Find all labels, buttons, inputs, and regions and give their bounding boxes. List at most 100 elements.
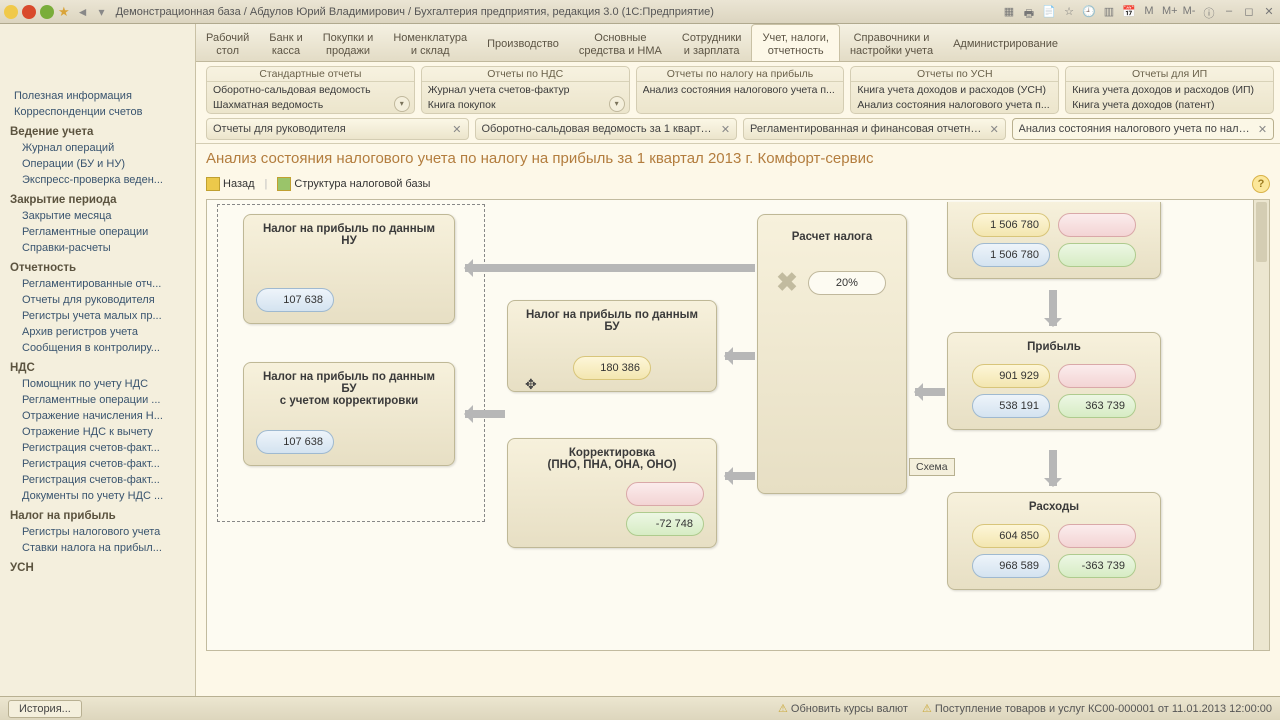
dropdown-icon[interactable]: ▾ — [609, 96, 625, 112]
sidebar-link[interactable]: Регламентные операции — [0, 224, 195, 240]
value-pill[interactable]: -363 739 — [1058, 554, 1136, 578]
nav-tab[interactable]: Номенклатураи склад — [383, 24, 477, 61]
tool-icon[interactable]: ▥ — [1102, 5, 1116, 19]
value-pill[interactable] — [1058, 243, 1136, 267]
card-expense[interactable]: Расходы 604 850 968 589-363 739 — [947, 492, 1161, 590]
value-pill[interactable]: 1 506 780 — [972, 213, 1050, 237]
nav-tab[interactable]: Справочники инастройки учета — [840, 24, 943, 61]
sidebar-link[interactable]: Регистрация счетов-факт... — [0, 472, 195, 488]
sidebar-link[interactable]: Отражение начисления Н... — [0, 408, 195, 424]
nav-tab[interactable]: Учет, налоги,отчетность — [751, 24, 839, 61]
report-link[interactable]: Журнал учета счетов-фактур — [428, 83, 623, 98]
report-link[interactable]: Анализ состояния налогового учета п... — [643, 83, 838, 98]
report-link[interactable]: Анализ состояния налогового учета п... — [857, 98, 1052, 113]
rate-pill[interactable]: 20% — [808, 271, 886, 295]
card-correction[interactable]: Корректировка (ПНО, ПНА, ОНА, ОНО) -72 7… — [507, 438, 717, 548]
card-tax-nu[interactable]: Налог на прибыль по данным НУ 107 638 — [243, 214, 455, 324]
value-pill[interactable]: 901 929 — [972, 364, 1050, 388]
report-group[interactable]: Отчеты по НДСЖурнал учета счетов-фактурК… — [421, 66, 630, 114]
sidebar-link[interactable]: Сообщения в контролиру... — [0, 340, 195, 356]
sidebar-link[interactable]: Документы по учету НДС ... — [0, 488, 195, 504]
scroll-thumb[interactable] — [1256, 202, 1267, 262]
report-group[interactable]: Стандартные отчетыОборотно-сальдовая вед… — [206, 66, 415, 114]
value-pill[interactable] — [1058, 524, 1136, 548]
value-pill[interactable]: 968 589 — [972, 554, 1050, 578]
nav-tab[interactable]: Основныесредства и НМА — [569, 24, 672, 61]
scrollbar[interactable] — [1253, 200, 1269, 650]
sidebar-link[interactable]: Архив регистров учета — [0, 324, 195, 340]
card-tax-bu-corr[interactable]: Налог на прибыль по данным БУ с учетом к… — [243, 362, 455, 466]
sidebar-link[interactable]: Отражение НДС к вычету — [0, 424, 195, 440]
sidebar-link[interactable]: Корреспонденции счетов — [0, 104, 195, 120]
card-calc[interactable]: Расчет налога ✖ 20% — [757, 214, 907, 494]
close-tab-icon[interactable]: ✕ — [1252, 123, 1267, 136]
sidebar-link[interactable]: Закрытие месяца — [0, 208, 195, 224]
report-group[interactable]: Отчеты для ИПКнига учета доходов и расхо… — [1065, 66, 1274, 114]
sidebar-link[interactable]: Журнал операций — [0, 140, 195, 156]
sidebar-link[interactable]: Отчеты для руководителя — [0, 292, 195, 308]
value-pill[interactable]: 1 506 780 — [972, 243, 1050, 267]
close-tab-icon[interactable]: ✕ — [446, 123, 461, 136]
ok-circle-icon[interactable] — [40, 5, 54, 19]
tool-icon[interactable]: ☆ — [1062, 5, 1076, 19]
back-button[interactable]: Назад — [206, 177, 255, 191]
status-warning[interactable]: Обновить курсы валют — [778, 702, 908, 715]
nav-tab[interactable]: Производство — [477, 24, 569, 61]
close-icon[interactable]: ✕ — [1262, 5, 1276, 19]
report-group[interactable]: Отчеты по УСНКнига учета доходов и расхо… — [850, 66, 1059, 114]
value-pill[interactable]: -72 748 — [626, 512, 704, 536]
value-pill[interactable]: 604 850 — [972, 524, 1050, 548]
sidebar-link[interactable]: Операции (БУ и НУ) — [0, 156, 195, 172]
value-pill[interactable]: 180 386 — [573, 356, 651, 380]
report-link[interactable]: Книга учета доходов (патент) — [1072, 98, 1267, 113]
structure-button[interactable]: Структура налоговой базы — [277, 177, 430, 191]
tool-icon[interactable]: M- — [1182, 5, 1196, 19]
sidebar-link[interactable]: Регистры налогового учета — [0, 524, 195, 540]
nav-tab[interactable]: Администрирование — [943, 24, 1068, 61]
schema-label[interactable]: Схема — [909, 458, 955, 476]
sidebar-link[interactable]: Экспресс-проверка веден... — [0, 172, 195, 188]
tool-icon[interactable]: M — [1142, 5, 1156, 19]
report-link[interactable]: Оборотно-сальдовая ведомость — [213, 83, 408, 98]
nav-tab[interactable]: Покупки ипродажи — [313, 24, 384, 61]
value-pill[interactable] — [626, 482, 704, 506]
maximize-icon[interactable]: ◻ — [1242, 5, 1256, 19]
sidebar-link[interactable]: Ставки налога на прибыл... — [0, 540, 195, 556]
value-pill[interactable] — [1058, 364, 1136, 388]
sidebar-link[interactable]: Регистры учета малых пр... — [0, 308, 195, 324]
sidebar-link[interactable]: Регистрация счетов-факт... — [0, 440, 195, 456]
sidebar-link[interactable]: Регистрация счетов-факт... — [0, 456, 195, 472]
value-pill[interactable]: 107 638 — [256, 430, 334, 454]
card-tax-bu[interactable]: Налог на прибыль по данным БУ 180 386 — [507, 300, 717, 392]
document-tab[interactable]: Регламентированная и финансовая отчетнос… — [743, 118, 1006, 140]
report-link[interactable]: Шахматная ведомость — [213, 98, 408, 113]
tool-icon[interactable]: 🕘 — [1082, 5, 1096, 19]
diagram-canvas[interactable]: Налог на прибыль по данным НУ 107 638 На… — [206, 199, 1270, 651]
tool-icon[interactable]: 🖶 — [1022, 5, 1036, 19]
help-icon[interactable]: ? — [1252, 175, 1270, 193]
value-pill[interactable]: 107 638 — [256, 288, 334, 312]
card-profit[interactable]: Прибыль 901 929 538 191363 739 — [947, 332, 1161, 430]
nav-tab[interactable]: Рабочийстол — [196, 24, 259, 61]
nav-tab[interactable]: Банк икасса — [259, 24, 312, 61]
tool-icon[interactable]: 📄 — [1042, 5, 1056, 19]
sidebar-link[interactable]: Регламентированные отч... — [0, 276, 195, 292]
sidebar-link[interactable]: Помощник по учету НДС — [0, 376, 195, 392]
info-icon[interactable]: ⓘ — [1202, 5, 1216, 19]
report-group[interactable]: Отчеты по налогу на прибыльАнализ состоя… — [636, 66, 845, 114]
value-pill[interactable]: 538 191 — [972, 394, 1050, 418]
history-button[interactable]: История... — [8, 700, 82, 718]
tool-icon[interactable]: ▦ — [1002, 5, 1016, 19]
sidebar-link[interactable]: Полезная информация — [0, 88, 195, 104]
minimize-icon[interactable]: – — [1222, 5, 1236, 19]
close-tab-icon[interactable]: ✕ — [984, 123, 999, 136]
value-pill[interactable] — [1058, 213, 1136, 237]
close-circle-icon[interactable] — [22, 5, 36, 19]
value-pill[interactable]: 363 739 — [1058, 394, 1136, 418]
sidebar-link[interactable]: Регламентные операции ... — [0, 392, 195, 408]
status-warning[interactable]: Поступление товаров и услуг КС00-000001 … — [922, 702, 1272, 715]
report-link[interactable]: Книга покупок — [428, 98, 623, 113]
report-link[interactable]: Книга учета доходов и расходов (УСН) — [857, 83, 1052, 98]
document-tab[interactable]: Анализ состояния налогового учета по нал… — [1012, 118, 1275, 140]
card-income[interactable]: 1 506 780 1 506 780 — [947, 202, 1161, 279]
